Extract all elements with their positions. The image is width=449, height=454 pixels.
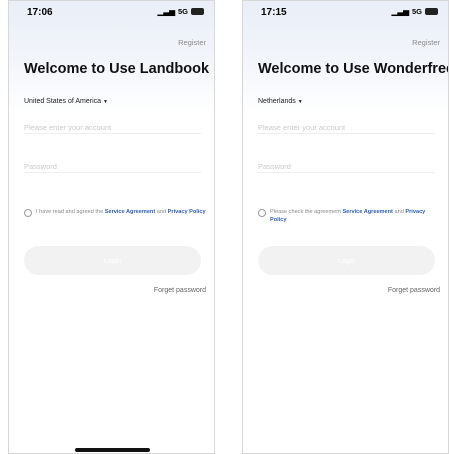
battery-icon	[191, 8, 204, 15]
password-input[interactable]	[24, 162, 201, 171]
country-selector[interactable]: Netherlands ▼	[258, 98, 303, 105]
country-selector[interactable]: United States of America ▼	[24, 98, 108, 105]
agreement-row: Please check the agreement Service Agree…	[258, 208, 440, 224]
account-input[interactable]	[258, 123, 435, 132]
password-input[interactable]	[258, 162, 435, 171]
page-title: Welcome to Use Wonderfree	[258, 61, 449, 77]
agreement-radio[interactable]	[258, 209, 266, 217]
status-indicators: ▁▃▅ 5G	[158, 7, 204, 16]
account-field	[24, 117, 201, 134]
network-label: 5G	[177, 7, 188, 16]
privacy-policy-link[interactable]: Privacy Policy	[168, 209, 206, 215]
forget-password-link[interactable]: Forget password	[154, 287, 206, 294]
agreement-prefix: Please check the agreement	[270, 209, 343, 215]
phone-screen-landbook: 17:06 ▁▃▅ 5G Register Welcome to Use Lan…	[8, 0, 215, 454]
agreement-row: I have read and agreed the Service Agree…	[24, 208, 206, 217]
agreement-text: I have read and agreed the Service Agree…	[36, 208, 206, 216]
country-label: United States of America	[24, 98, 102, 105]
register-link[interactable]: Register	[178, 38, 206, 47]
agreement-mid: and	[155, 209, 168, 215]
status-indicators: ▁▃▅ 5G	[392, 7, 438, 16]
account-field	[258, 117, 435, 134]
phone-screen-wonderfree: 17:15 ▁▃▅ 5G Register Welcome to Use Won…	[242, 0, 449, 454]
agreement-radio[interactable]	[24, 209, 32, 217]
agreement-text: Please check the agreement Service Agree…	[270, 208, 440, 224]
caret-down-icon: ▼	[103, 98, 108, 105]
forget-password-link[interactable]: Forget password	[388, 287, 440, 294]
battery-icon	[425, 8, 438, 15]
status-time: 17:15	[261, 7, 287, 18]
agreement-prefix: I have read and agreed the	[36, 209, 105, 215]
service-agreement-link[interactable]: Service Agreement	[342, 209, 392, 215]
page-title: Welcome to Use Landbook	[24, 61, 210, 77]
register-link[interactable]: Register	[412, 38, 440, 47]
service-agreement-link[interactable]: Service Agreement	[105, 209, 155, 215]
home-indicator	[75, 448, 150, 452]
signal-icon: ▁▃▅	[157, 7, 175, 16]
account-input[interactable]	[24, 123, 201, 132]
login-button[interactable]: Login	[258, 246, 435, 275]
signal-icon: ▁▃▅	[391, 7, 409, 16]
login-button[interactable]: Login	[24, 246, 201, 275]
agreement-mid: and	[392, 209, 406, 215]
status-time: 17:06	[27, 7, 53, 18]
country-label: Netherlands	[258, 98, 296, 105]
caret-down-icon: ▼	[297, 98, 303, 105]
password-field	[258, 156, 435, 173]
password-field	[24, 156, 201, 173]
network-label: 5G	[411, 7, 422, 16]
